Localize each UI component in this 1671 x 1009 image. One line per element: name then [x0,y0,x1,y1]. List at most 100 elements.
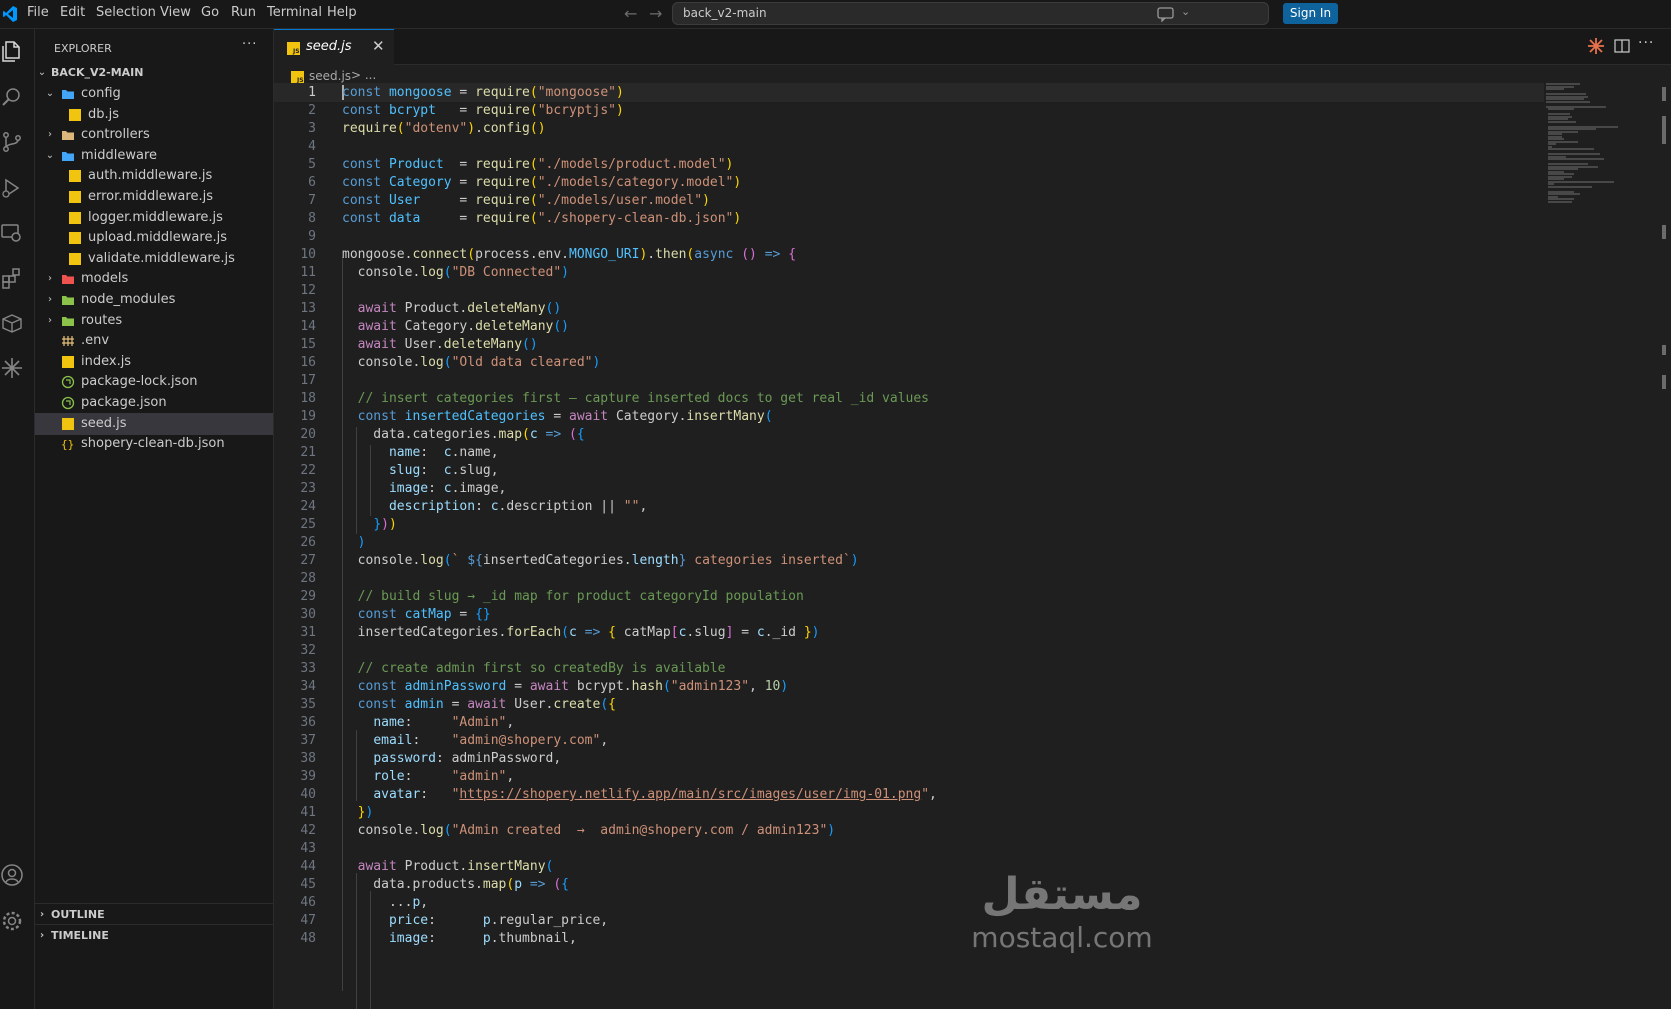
copilot-sparkle-icon[interactable] [1587,37,1605,55]
remote-explorer-icon[interactable] [0,221,24,245]
scroll-marker [1662,375,1666,389]
menu-edit[interactable]: Edit [60,5,85,20]
code-line: 45 data.products.map(p => ({ [300,877,569,892]
menu-selection[interactable]: Selection [96,5,156,20]
tree-item[interactable]: {} shopery-clean-db.json [35,433,273,455]
explorer-icon[interactable] [0,39,24,63]
tree-item[interactable]: › node_modules [35,289,273,311]
chevron-down-icon: ⌄ [45,88,55,99]
forward-arrow-icon[interactable]: → [649,4,662,23]
account-icon[interactable] [0,863,24,887]
command-center-search[interactable]: back_v2-main ⌄ [672,2,1269,25]
code-line: 39 role: "admin", [300,769,515,784]
tree-item-label: auth.middleware.js [88,168,213,184]
code-line: 16 console.log("Old data cleared") [300,355,601,370]
tree-item[interactable]: › controllers [35,124,273,146]
tree-item[interactable]: index.js [35,351,273,373]
tree-item[interactable]: › models [35,268,273,290]
menu-view[interactable]: View [160,5,191,20]
code-editor[interactable]: 1 const mongoose = require("mongoose") 2c… [274,83,1544,1009]
code-line: 31 insertedCategories.forEach(c => { cat… [300,625,820,640]
minimap[interactable] [1544,83,1656,213]
outline-section[interactable]: › OUTLINE [35,903,273,926]
more-actions-icon[interactable]: ··· [1638,35,1654,51]
code-line: 12 [300,283,316,298]
tree-item[interactable]: › routes [35,310,273,332]
code-line: 9 [308,229,316,244]
extensions-icon[interactable] [0,266,24,290]
tree-item[interactable]: auth.middleware.js [35,165,273,187]
tree-item[interactable]: logger.middleware.js [35,207,273,229]
tree-item[interactable]: ⌄ config [35,83,273,105]
more-actions-icon[interactable]: ··· [242,37,257,52]
watermark-arabic: مستقل [981,869,1143,920]
sparkle-icon[interactable] [0,356,24,380]
menu-help[interactable]: Help [327,5,357,20]
containers-icon[interactable] [0,311,24,335]
code-line: 41 }) [300,805,374,820]
menu-terminal[interactable]: Terminal [267,5,322,20]
minimap-line [1548,120,1576,123]
tree-item[interactable]: package-lock.json [35,371,273,393]
code-line: 40 avatar: "https://shopery.netlify.app/… [300,787,937,802]
timeline-section[interactable]: › TIMELINE [35,924,273,947]
folder-routes-icon [62,316,74,326]
tree-item[interactable]: validate.middleware.js [35,248,273,270]
search-icon[interactable] [0,85,24,109]
sign-in-button[interactable]: Sign In [1283,3,1338,24]
settings-gear-icon[interactable] [0,909,24,933]
source-control-icon[interactable] [0,130,24,154]
tab-seed-js[interactable]: JS seed.js ✕ [274,29,394,65]
chat-icon[interactable] [1157,6,1175,22]
code-line: 42 console.log("Admin created → admin@sh… [300,823,836,838]
js-file-icon [69,170,81,183]
code-line: 18 // insert categories first — capture … [300,391,930,406]
tree-item-label: controllers [81,127,150,143]
code-line: 1 const mongoose = require("mongoose") [274,83,1544,102]
tree-item[interactable]: .env [35,330,273,352]
tree-item[interactable]: error.middleware.js [35,186,273,208]
run-debug-icon[interactable] [0,176,24,200]
menu-file[interactable]: File [27,5,49,20]
tree-root-folder[interactable]: ⌄ BACK_V2-MAIN [35,62,273,84]
tree-item-label: middleware [81,147,158,163]
js-file-icon [69,232,81,245]
tree-item-label: node_modules [81,292,176,307]
back-arrow-icon[interactable]: ← [624,4,637,23]
breadcrumb-file[interactable]: seed.js [309,69,351,83]
code-line: 25 })) [300,517,397,532]
folder-controllers-icon [62,131,74,141]
folder-middleware-icon [62,151,74,161]
mostaql-watermark: مستقل mostaql.com [962,869,1162,959]
outline-label: OUTLINE [51,908,105,921]
folder-models-icon [62,275,74,285]
minimap-line [1548,180,1614,183]
tab-strip: JS seed.js ✕ ··· [274,29,1671,65]
split-editor-icon[interactable] [1614,39,1630,53]
tree-item[interactable]: db.js [35,104,273,126]
chevron-right-icon: › [48,273,52,285]
npm-json-icon [61,396,75,410]
js-file-icon [69,191,81,203]
tree-item[interactable]: seed.js [35,412,273,435]
menu-run[interactable]: Run [231,5,256,20]
code-line: 20 data.categories.map(c => ({ [300,427,585,442]
root-folder-label: BACK_V2-MAIN [51,66,144,79]
code-line: 35 const admin = await User.create({ [300,697,616,712]
tree-item-label: seed.js [81,415,127,431]
tree-item[interactable]: package.json [35,392,273,414]
menu-go[interactable]: Go [201,5,219,20]
command-center-label: back_v2-main [683,6,767,20]
minimap-line [1546,88,1564,90]
code-line: 24 description: c.description || "", [300,499,648,514]
breadcrumb-rest[interactable]: > ... [351,68,376,82]
tree-item[interactable]: ⌄ middleware [35,145,273,167]
chevron-right-icon: › [39,930,45,941]
code-line: 29 // build slug → _id map for product c… [300,589,804,604]
tree-item[interactable]: upload.middleware.js [35,227,273,249]
code-line: 43 [300,841,316,856]
chevron-down-icon[interactable]: ⌄ [1181,5,1190,18]
minimap-line [1548,200,1572,203]
close-icon[interactable]: ✕ [372,37,385,55]
vertical-scrollbar[interactable] [1657,83,1671,1009]
